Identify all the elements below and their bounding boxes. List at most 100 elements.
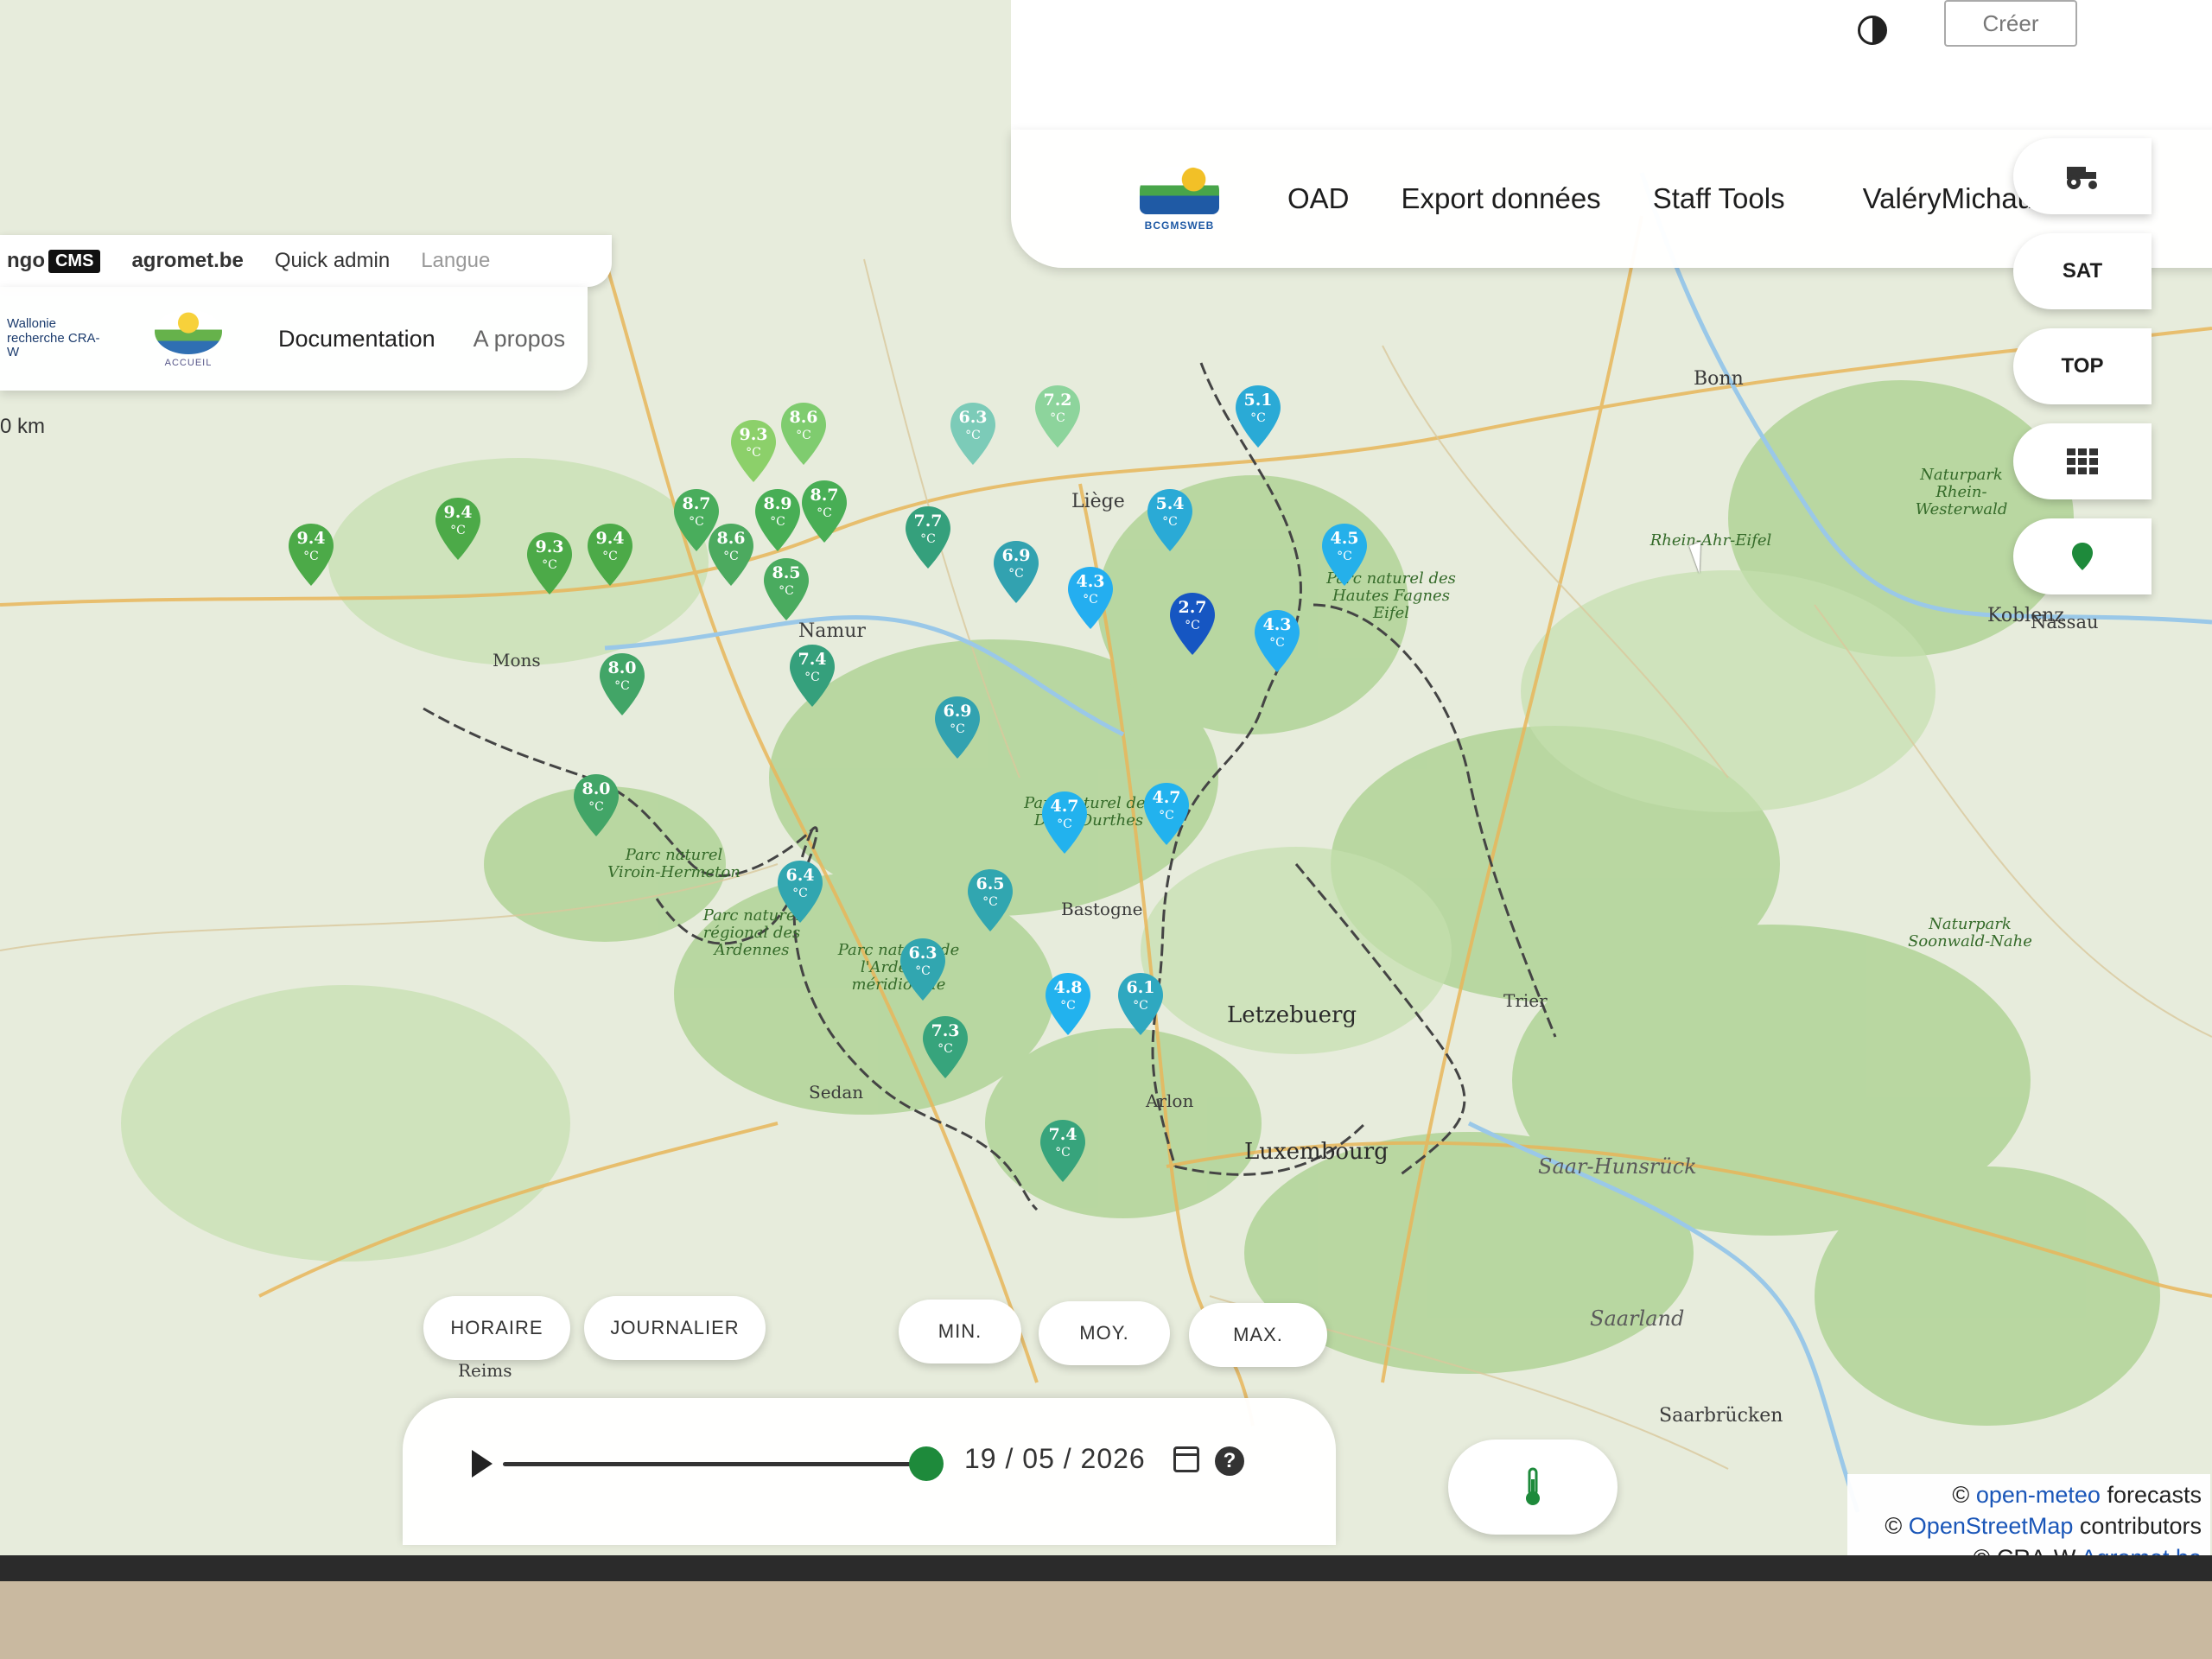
calendar-icon[interactable] xyxy=(1173,1446,1199,1472)
sat-layer-button[interactable]: SAT xyxy=(2013,233,2152,309)
moy-button[interactable]: MOY. xyxy=(1039,1301,1170,1365)
station-marker[interactable]: 2.7 °C xyxy=(1168,591,1217,657)
station-marker[interactable]: 7.2 °C xyxy=(1033,384,1082,449)
nav-staff-tools[interactable]: Staff Tools xyxy=(1653,182,1785,215)
play-icon[interactable] xyxy=(472,1450,493,1478)
stations-layer-button[interactable] xyxy=(2013,518,2152,594)
station-marker[interactable]: 9.4 °C xyxy=(287,522,335,588)
cms-language[interactable]: Langue xyxy=(421,249,490,273)
map-label-reims: Reims xyxy=(458,1360,512,1381)
station-marker[interactable]: 8.5 °C xyxy=(762,556,810,622)
station-marker[interactable]: 8.9 °C xyxy=(753,487,802,553)
station-marker[interactable]: 8.7 °C xyxy=(800,479,849,544)
station-unit: °C xyxy=(920,532,936,546)
station-temperature: 6.3 xyxy=(908,944,938,963)
station-marker[interactable]: 8.0 °C xyxy=(598,652,646,717)
nav-about[interactable]: A propos xyxy=(474,326,566,353)
open-meteo-link[interactable]: open-meteo xyxy=(1976,1482,2101,1508)
attribution-line-2-rest: contributors xyxy=(2079,1513,2202,1540)
station-marker[interactable]: 6.9 °C xyxy=(992,539,1040,605)
station-temperature: 9.4 xyxy=(443,503,473,522)
station-temperature: 8.9 xyxy=(763,494,792,513)
map-label-park-viroin: Parc naturel Viroin-Hermeton xyxy=(607,846,741,881)
station-marker[interactable]: 4.7 °C xyxy=(1142,781,1191,847)
nav-oad[interactable]: OAD xyxy=(1287,182,1350,215)
station-marker[interactable]: 7.4 °C xyxy=(788,643,836,709)
station-marker[interactable]: 9.4 °C xyxy=(434,496,482,562)
station-marker[interactable]: 8.6 °C xyxy=(707,522,755,588)
station-unit: °C xyxy=(1008,567,1024,581)
max-button[interactable]: MAX. xyxy=(1189,1303,1327,1367)
create-button[interactable]: Créer xyxy=(1944,0,2077,47)
station-marker[interactable]: 4.5 °C xyxy=(1320,522,1369,588)
horaire-button[interactable]: HORAIRE xyxy=(423,1296,570,1360)
station-unit: °C xyxy=(1337,550,1352,563)
station-marker[interactable]: 6.4 °C xyxy=(776,859,824,925)
tractor-icon xyxy=(2067,167,2097,189)
station-unit: °C xyxy=(950,722,965,736)
timeline-slider-thumb[interactable] xyxy=(909,1446,944,1481)
station-marker[interactable]: 7.4 °C xyxy=(1039,1118,1087,1184)
station-unit: °C xyxy=(770,515,785,529)
station-unit: °C xyxy=(1050,411,1065,425)
station-marker[interactable]: 9.3 °C xyxy=(729,418,778,484)
partner-logo[interactable]: Wallonie recherche CRA-W xyxy=(7,317,102,360)
station-marker[interactable]: 5.4 °C xyxy=(1146,487,1194,553)
map-label-koblenz: Koblenz xyxy=(1987,605,2064,626)
station-unit: °C xyxy=(723,550,739,563)
station-marker[interactable]: 7.3 °C xyxy=(921,1014,969,1080)
min-button[interactable]: MIN. xyxy=(899,1300,1021,1363)
station-marker[interactable]: 6.5 °C xyxy=(966,868,1014,933)
station-temperature: 5.4 xyxy=(1155,494,1185,513)
grid-layer-button[interactable] xyxy=(2013,423,2152,499)
station-marker[interactable]: 7.7 °C xyxy=(904,505,952,570)
station-marker[interactable]: 8.0 °C xyxy=(572,772,620,838)
nav-export-donnees[interactable]: Export données xyxy=(1402,182,1601,215)
contrast-icon[interactable] xyxy=(1858,16,1887,45)
station-unit: °C xyxy=(303,550,319,563)
help-icon[interactable]: ? xyxy=(1215,1446,1244,1476)
station-marker[interactable]: 4.8 °C xyxy=(1044,971,1092,1037)
cms-quick-admin[interactable]: Quick admin xyxy=(275,249,390,273)
thermometer-icon xyxy=(1526,1467,1540,1505)
journalier-button[interactable]: JOURNALIER xyxy=(584,1296,766,1360)
map-label-saarbrucken: Saarbrücken xyxy=(1659,1405,1783,1427)
station-marker[interactable]: 4.7 °C xyxy=(1040,790,1089,855)
station-unit: °C xyxy=(817,506,832,520)
cms-site-link[interactable]: agromet.be xyxy=(131,249,243,273)
station-unit: °C xyxy=(542,558,557,572)
cms-logo[interactable]: ngo CMS xyxy=(7,249,101,273)
brand-logo[interactable]: BCGMSWEB xyxy=(1123,166,1236,232)
map-label-trier: Trier xyxy=(1503,990,1548,1011)
station-unit: °C xyxy=(602,550,618,563)
openstreetmap-link[interactable]: OpenStreetMap xyxy=(1909,1513,2074,1539)
station-unit: °C xyxy=(746,446,761,460)
attribution-line-1: © open-meteo forecasts xyxy=(1952,1482,2202,1508)
station-marker[interactable]: 6.3 °C xyxy=(949,401,997,467)
station-marker[interactable]: 5.1 °C xyxy=(1234,384,1282,449)
app-screen: Letzebuerg Luxembourg Saar-Hunsrück Saar… xyxy=(0,0,2212,1659)
station-unit: °C xyxy=(1133,999,1148,1013)
timeline-slider-track[interactable] xyxy=(503,1462,926,1466)
map-label-park-soonwald: Naturpark Soonwald-Nahe xyxy=(1908,915,2032,950)
station-marker[interactable]: 6.3 °C xyxy=(899,937,947,1002)
station-marker[interactable]: 9.4 °C xyxy=(586,522,634,588)
top-layer-button[interactable]: TOP xyxy=(2013,328,2152,404)
station-temperature: 8.5 xyxy=(772,563,801,582)
nav-documentation[interactable]: Documentation xyxy=(278,326,435,353)
station-marker[interactable]: 8.6 °C xyxy=(779,401,828,467)
home-link[interactable]: ACCUEIL xyxy=(137,309,240,368)
station-temperature: 6.4 xyxy=(785,866,815,885)
station-unit: °C xyxy=(1162,515,1178,529)
station-marker[interactable]: 4.3 °C xyxy=(1253,608,1301,674)
monitor-bezel xyxy=(0,1555,2212,1659)
station-marker[interactable]: 4.3 °C xyxy=(1066,565,1115,631)
tractor-button[interactable] xyxy=(2013,138,2152,214)
temperature-button[interactable] xyxy=(1448,1440,1618,1535)
map-label-saar-hunsruck: Saar-Hunsrück xyxy=(1538,1154,1697,1179)
station-marker[interactable]: 6.1 °C xyxy=(1116,971,1165,1037)
map-label-park-rhein-westerwald: Naturpark Rhein-Westerwald xyxy=(1915,466,2008,518)
station-marker[interactable]: 9.3 °C xyxy=(525,531,574,596)
station-unit: °C xyxy=(1250,411,1266,425)
station-marker[interactable]: 6.9 °C xyxy=(933,695,982,760)
